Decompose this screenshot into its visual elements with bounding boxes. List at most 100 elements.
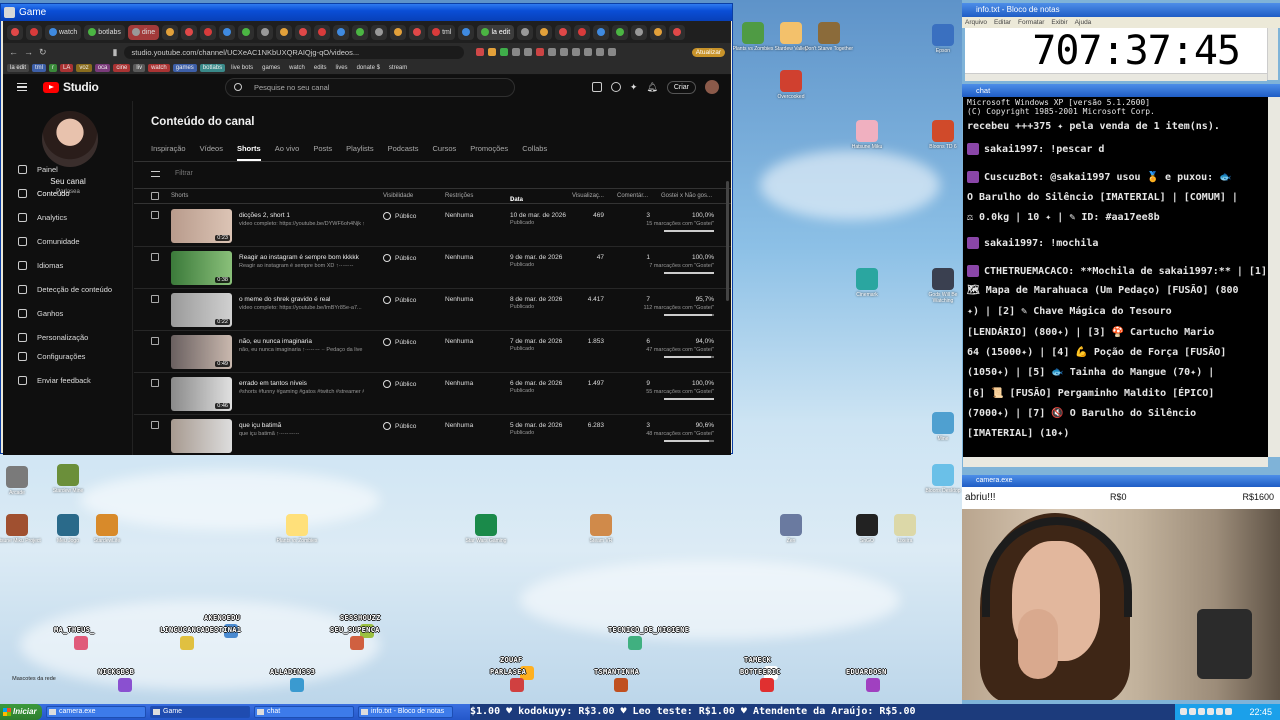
player-sprite[interactable]	[510, 678, 524, 692]
video-title[interactable]: errado em tantos níveis	[239, 380, 307, 387]
player-sprite[interactable]	[180, 636, 194, 650]
tab-1[interactable]: Inspiração	[151, 144, 186, 161]
browser-tab[interactable]	[333, 24, 350, 40]
browser-tab[interactable]	[238, 24, 255, 40]
tray-icon[interactable]	[1216, 708, 1223, 715]
col-visibility[interactable]: Visibilidade	[383, 193, 413, 199]
table-row[interactable]: 0:49 não, eu nunca imaginaria não, eu nunc…	[134, 331, 731, 373]
extension-icon[interactable]	[607, 48, 616, 56]
desktop-icon[interactable]: Lixeira	[880, 514, 930, 544]
browser-tab[interactable]	[181, 24, 198, 40]
row-checkbox[interactable]	[151, 295, 159, 303]
taskbar-window-button[interactable]: chat	[254, 706, 354, 718]
notepad-titlebar[interactable]: info.txt - Bloco de notas	[962, 3, 1280, 17]
bookmark-item[interactable]: cine	[113, 63, 131, 72]
back-icon[interactable]: ←	[9, 47, 18, 57]
desktop-icon[interactable]: Arcade	[0, 466, 42, 496]
desktop-icon[interactable]: Hatsune Miku Project	[0, 514, 42, 544]
tab-10[interactable]: Collabs	[522, 144, 547, 161]
extension-icon[interactable]	[571, 48, 580, 56]
extension-icon[interactable]	[535, 48, 544, 56]
browser-tab[interactable]: tml	[428, 24, 456, 40]
menu-icon[interactable]	[17, 83, 27, 91]
browser-tab[interactable]	[352, 24, 369, 40]
browser-tab[interactable]	[276, 24, 293, 40]
video-title[interactable]: que içu batimã	[239, 422, 281, 429]
scrollbar[interactable]	[726, 181, 729, 301]
bookmark-icon[interactable]: ▮	[113, 47, 118, 58]
browser-tab[interactable]	[555, 24, 572, 40]
bookmark-folder[interactable]: games	[259, 64, 283, 72]
sidebar-item-4[interactable]: Comunidade	[18, 237, 80, 246]
sparkle-icon[interactable]: ✦	[630, 82, 638, 93]
bookmark-item[interactable]: liv	[133, 63, 146, 72]
bookmark-item[interactable]: games	[172, 63, 197, 72]
help-icon[interactable]	[610, 82, 621, 92]
video-title[interactable]: o meme do shrek gravido é real	[239, 296, 330, 303]
tab-5[interactable]: Posts	[313, 144, 332, 161]
table-row[interactable]: 0:46 errado em tantos níveis #shorts #funn…	[134, 373, 731, 415]
desktop-icon[interactable]: Steam VR	[576, 514, 626, 544]
player-sprite[interactable]	[866, 678, 880, 692]
browser-tab[interactable]	[390, 24, 407, 40]
browser-tab[interactable]	[593, 24, 610, 40]
sidebar-item-7[interactable]: Ganhos	[18, 309, 63, 318]
player-sprite[interactable]	[614, 678, 628, 692]
browser-tab[interactable]: watch	[45, 24, 82, 40]
channel-search-input[interactable]: Pesquise no seu canal	[225, 78, 515, 97]
taskbar-window-button[interactable]: Game	[150, 706, 250, 718]
desktop-icon[interactable]: Epson	[918, 24, 968, 54]
sidebar-item-10[interactable]: Enviar feedback	[18, 376, 91, 385]
bookmark-folder[interactable]: edits	[311, 64, 330, 72]
start-button[interactable]: Iniciar	[0, 704, 42, 720]
desktop-icon[interactable]: Don't Starve Together	[804, 22, 854, 52]
tab-8[interactable]: Cursos	[432, 144, 456, 161]
bookmark-folder[interactable]: stream	[386, 64, 410, 72]
tray-icon[interactable]	[1207, 708, 1214, 715]
extension-icon[interactable]	[559, 48, 568, 56]
col-restrictions[interactable]: Restrições	[445, 193, 473, 199]
extension-icon[interactable]	[511, 48, 520, 56]
window-titlebar[interactable]: Game	[1, 4, 732, 21]
table-row[interactable]: 0:22 o meme do shrek gravido é real vídeo …	[134, 289, 731, 331]
bookmark-item[interactable]: la edit	[7, 63, 30, 72]
browser-tab[interactable]	[219, 24, 236, 40]
desktop-icon[interactable]: Zen	[766, 514, 816, 544]
chat-hscrollbar[interactable]	[963, 457, 1268, 467]
browser-tab[interactable]: botlabs	[84, 24, 125, 40]
browser-tab[interactable]	[26, 24, 42, 40]
bookmark-item[interactable]: oca	[94, 63, 111, 72]
bookmark-folder[interactable]: lives	[333, 64, 351, 72]
browser-tab[interactable]	[612, 24, 629, 40]
browser-tab[interactable]	[517, 24, 534, 40]
browser-tab[interactable]	[200, 24, 217, 40]
sidebar-item-2[interactable]: Conteúdo	[3, 184, 117, 202]
avatar[interactable]	[705, 80, 719, 94]
taskbar-window-button[interactable]: info.txt - Bloco de notas	[358, 706, 453, 718]
col-comments[interactable]: Comentár...	[617, 193, 648, 199]
notepad-scrollbar[interactable]	[1267, 28, 1278, 80]
menu-item[interactable]: Arquivo	[965, 17, 987, 28]
browser-tab[interactable]	[314, 24, 331, 40]
bookmark-item[interactable]: r	[49, 63, 58, 72]
extension-icon[interactable]	[583, 48, 592, 56]
player-sprite[interactable]	[290, 678, 304, 692]
row-checkbox[interactable]	[151, 211, 159, 219]
row-checkbox[interactable]	[151, 379, 159, 387]
visibility-cell[interactable]: Público	[383, 296, 416, 304]
browser-tab[interactable]	[631, 24, 648, 40]
chat-scrollbar[interactable]	[1268, 97, 1280, 457]
tab-4[interactable]: Ao vivo	[275, 144, 300, 161]
extension-icon[interactable]	[499, 48, 508, 56]
extension-icon[interactable]	[547, 48, 556, 56]
row-checkbox[interactable]	[151, 253, 159, 261]
tab-7[interactable]: Podcasts	[388, 144, 419, 161]
visibility-cell[interactable]: Público	[383, 254, 416, 262]
menu-item[interactable]: Editar	[994, 17, 1011, 28]
bookmark-item[interactable]: LA	[60, 63, 74, 72]
desktop-icon[interactable]: Bloons Desktop	[918, 464, 968, 494]
bookmark-item[interactable]: tml	[32, 63, 47, 72]
player-sprite[interactable]	[350, 636, 364, 650]
bookmark-folder[interactable]: watch	[286, 64, 308, 72]
url-field[interactable]: studio.youtube.com/channel/UCXeAC1NKbUXQ…	[123, 45, 464, 59]
